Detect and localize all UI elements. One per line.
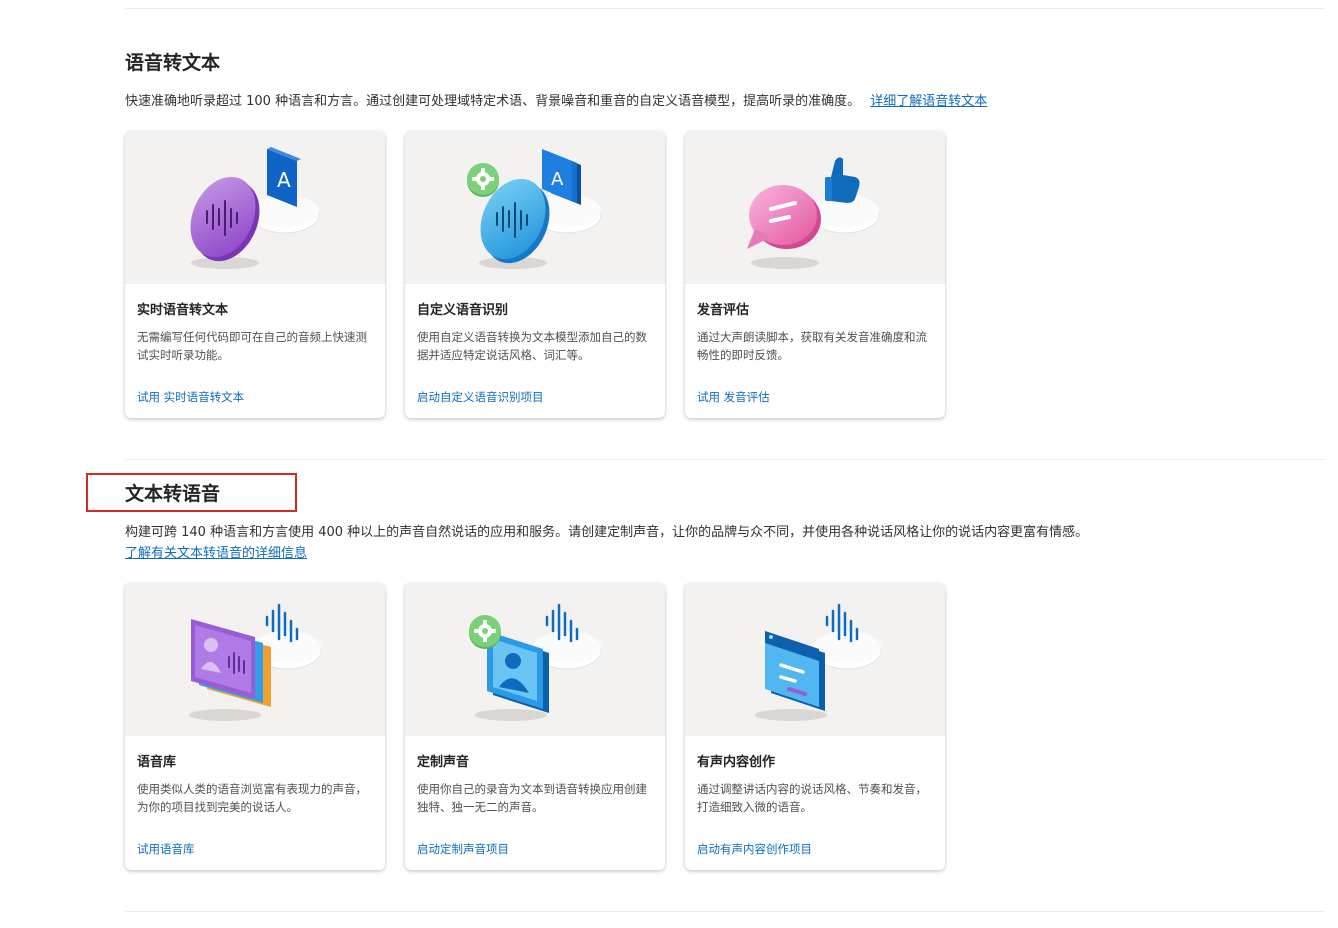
tts-learn-more-link[interactable]: 了解有关文本转语音的详细信息 — [125, 546, 307, 561]
card-description: 使用自定义语音转换为文本模型添加自己的数据并适应特定说话风格、词汇等。 — [417, 330, 647, 362]
stt-section-description: 快速准确地听录超过 100 种语言和方言。通过创建可处理域特定术语、背景噪音和重… — [125, 91, 1305, 112]
card-title: 发音评估 — [697, 303, 750, 318]
audio-content-window-icon — [755, 603, 882, 721]
card-description: 无需编写任何代码即可在自己的音频上快速测试实时听录功能。 — [137, 330, 367, 362]
tts-section-title: 文本转语音 — [125, 483, 221, 505]
start-audio-content-creation-link[interactable]: 启动有声内容创作项目 — [697, 841, 812, 857]
bottom-divider — [125, 911, 1325, 912]
tts-section-description: 构建可跨 140 种语言和方言使用 400 种以上的声音自然说话的应用和服务。请… — [125, 522, 1305, 564]
purple-sound-wave-icon: A — [190, 147, 320, 269]
card-illustration: A — [125, 131, 385, 284]
card-description: 使用你自己的录音为文本到语音转换应用创建独特、独一无二的声音。 — [417, 782, 647, 814]
card-illustration — [125, 583, 385, 736]
card-title: 定制声音 — [417, 755, 470, 770]
pink-speech-bubble-thumbs-up-icon — [747, 157, 880, 269]
card-audio-content-creation[interactable]: 有声内容创作 通过调整讲话内容的说话风格、节奏和发音，打造细致入微的语音。 启动… — [685, 583, 945, 870]
card-title: 实时语音转文本 — [137, 303, 229, 318]
stt-section-title: 语音转文本 — [125, 52, 221, 74]
card-pronunciation-assessment[interactable]: 发音评估 通过大声朗读脚本，获取有关发音准确度和流畅性的即时反馈。 试用 发音评… — [685, 131, 945, 418]
card-illustration: A — [405, 131, 665, 284]
card-title: 有声内容创作 — [697, 755, 776, 770]
card-illustration — [685, 583, 945, 736]
blue-sound-wave-with-gear-icon: A — [467, 149, 602, 269]
tts-description-text: 构建可跨 140 种语言和方言使用 400 种以上的声音自然说话的应用和服务。请… — [125, 525, 1089, 540]
card-illustration — [685, 131, 945, 284]
start-custom-voice-link[interactable]: 启动定制声音项目 — [417, 841, 509, 857]
letter-a-icon: A — [551, 169, 564, 190]
top-divider — [125, 8, 1325, 9]
try-realtime-stt-link[interactable]: 试用 实时语音转文本 — [137, 389, 244, 405]
card-title: 语音库 — [137, 755, 177, 770]
try-pronunciation-assessment-link[interactable]: 试用 发音评估 — [697, 389, 770, 405]
card-custom-voice[interactable]: 定制声音 使用你自己的录音为文本到语音转换应用创建独特、独一无二的声音。 启动定… — [405, 583, 665, 870]
card-voice-gallery[interactable]: 语音库 使用类似人类的语音浏览富有表现力的声音，为你的项目找到完美的说话人。 试… — [125, 583, 385, 870]
try-voice-gallery-link[interactable]: 试用语音库 — [137, 841, 195, 857]
card-illustration — [405, 583, 665, 736]
card-title: 自定义语音识别 — [417, 303, 509, 318]
start-custom-speech-link[interactable]: 启动自定义语音识别项目 — [417, 389, 544, 405]
card-description: 使用类似人类的语音浏览富有表现力的声音，为你的项目找到完美的说话人。 — [137, 782, 367, 814]
middle-divider — [125, 459, 1325, 460]
card-description: 通过调整讲话内容的说话风格、节奏和发音，打造细致入微的语音。 — [697, 782, 927, 814]
stt-learn-more-link[interactable]: 详细了解语音转文本 — [870, 94, 987, 109]
card-description: 通过大声朗读脚本，获取有关发音准确度和流畅性的即时反馈。 — [697, 330, 927, 362]
card-custom-speech[interactable]: A 自定义语音识别 使用自定义语音转换为文本模型添加自己的数据并适应特定说话风格… — [405, 131, 665, 418]
stt-description-text: 快速准确地听录超过 100 种语言和方言。通过创建可处理域特定术语、背景噪音和重… — [125, 94, 861, 109]
letter-a-icon: A — [277, 168, 291, 192]
voice-gallery-cards-icon — [189, 603, 322, 721]
card-realtime-stt[interactable]: A 实时语音转文本 无需编写任何代码即可在自己的音频上快速测试实时听录功能。 试… — [125, 131, 385, 418]
custom-voice-screen-with-gear-icon — [469, 603, 602, 721]
